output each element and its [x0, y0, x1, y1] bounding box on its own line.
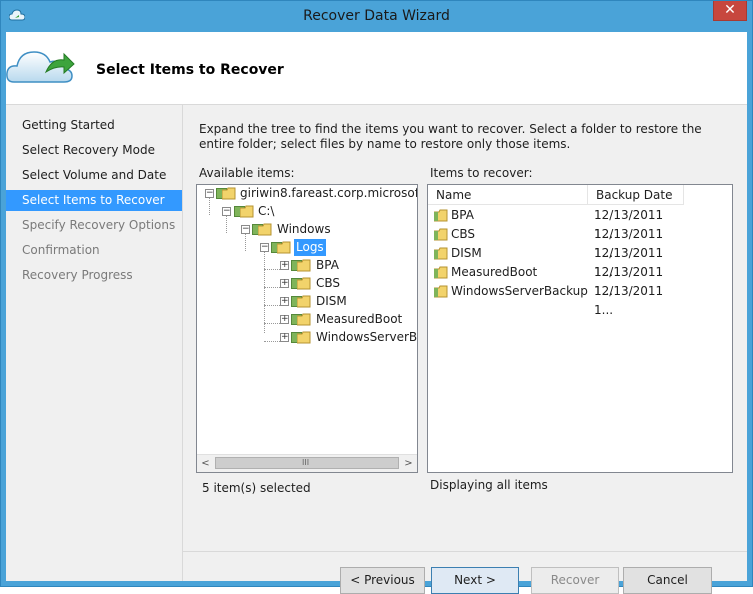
expand-icon[interactable]: + [280, 261, 289, 270]
folder-icon [434, 247, 448, 260]
wizard-client: Select Items to Recover Getting Started … [6, 32, 747, 594]
displaying-status: Displaying all items [430, 478, 548, 492]
folder-icon [434, 285, 448, 298]
list-row-measuredboot[interactable]: MeasuredBoot 12/13/2011 1... [428, 263, 684, 298]
folder-icon [258, 223, 272, 236]
list-row-cbs[interactable]: CBS 12/13/2011 1... [428, 225, 684, 260]
folder-icon [222, 187, 236, 200]
scroll-thumb[interactable]: III [215, 457, 399, 469]
items-to-recover-label: Items to recover: [430, 166, 533, 180]
tree-node-measuredboot[interactable]: + MeasuredBoot [197, 311, 417, 328]
tree-node-host[interactable]: − giriwin8.fareast.corp.microsoft.com [197, 185, 418, 202]
folder-icon [434, 209, 448, 222]
list-item-name: DISM [451, 246, 482, 260]
folder-icon [434, 228, 448, 241]
tree-node-label: giriwin8.fareast.corp.microsoft.com [240, 186, 418, 200]
available-items-tree[interactable]: − giriwin8.fareast.corp.microsoft.com − … [196, 184, 418, 473]
footer-divider [183, 551, 747, 552]
expand-icon[interactable]: + [280, 315, 289, 324]
collapse-icon[interactable]: − [260, 243, 269, 252]
step-recovery-progress: Recovery Progress [22, 268, 133, 282]
recover-button: Recover [531, 567, 619, 594]
folder-icon [297, 331, 311, 344]
list-item-name: MeasuredBoot [451, 265, 538, 279]
folder-icon [434, 266, 448, 279]
tree-horizontal-scrollbar[interactable]: < III > [197, 454, 417, 472]
tree-node-cbs[interactable]: + CBS [197, 275, 417, 292]
list-row-dism[interactable]: DISM 12/13/2011 1... [428, 244, 684, 279]
tree-node-windowsserverbackup[interactable]: + WindowsServerBackup [197, 329, 418, 346]
tree-node-label: MeasuredBoot [316, 312, 403, 326]
list-row-bpa[interactable]: BPA 12/13/2011 1... [428, 206, 684, 241]
tree-node-label: Windows [277, 222, 331, 236]
scroll-left-button[interactable]: < [197, 455, 214, 472]
scroll-grip-icon: III [302, 458, 310, 467]
selected-count: 5 item(s) selected [202, 481, 311, 495]
step-confirmation: Confirmation [22, 243, 100, 257]
wizard-window: Recover Data Wizard ✕ Select Items to Re… [0, 0, 753, 594]
collapse-icon[interactable]: − [205, 189, 214, 198]
instructions-text: Expand the tree to find the items you wa… [199, 122, 702, 151]
expand-icon[interactable]: + [280, 333, 289, 342]
close-button[interactable]: ✕ [713, 1, 747, 21]
wizard-steps: Getting Started Select Recovery Mode Sel… [6, 105, 183, 581]
step-specify-recovery-options: Specify Recovery Options [22, 218, 176, 232]
cancel-button[interactable]: Cancel [623, 567, 712, 594]
page-heading: Select Items to Recover [96, 62, 284, 78]
list-item-name: WindowsServerBackup [451, 284, 588, 298]
wizard-content: Expand the tree to find the items you wa… [183, 105, 747, 594]
folder-icon [297, 277, 311, 290]
folder-icon [240, 205, 254, 218]
tree-node-bpa[interactable]: + BPA [197, 257, 417, 274]
next-button[interactable]: Next > [431, 567, 519, 594]
window-title: Recover Data Wizard [303, 8, 450, 24]
expand-icon[interactable]: + [280, 279, 289, 288]
list-item-name: CBS [451, 227, 476, 241]
step-select-recovery-mode[interactable]: Select Recovery Mode [6, 140, 182, 161]
tree-node-label: WindowsServerBackup [316, 330, 418, 344]
list-item-name: BPA [451, 208, 474, 222]
title-bar[interactable]: Recover Data Wizard ✕ [1, 1, 752, 32]
list-row-windowsserverbackup[interactable]: WindowsServerBackup 12/13/2011 1... [428, 282, 684, 317]
column-header-backup-date[interactable]: Backup Date [588, 185, 684, 205]
available-items-label: Available items: [199, 166, 295, 180]
wizard-header: Select Items to Recover [6, 32, 747, 105]
tree-node-dism[interactable]: + DISM [197, 293, 417, 310]
previous-button[interactable]: < Previous [340, 567, 425, 594]
tree-node-label: CBS [316, 276, 341, 290]
tree-node-logs[interactable]: − Logs [197, 239, 417, 256]
collapse-icon[interactable]: − [222, 207, 231, 216]
step-select-volume-and-date[interactable]: Select Volume and Date [6, 165, 182, 186]
items-to-recover-list[interactable]: Name Backup Date BPA 12/13/2011 1... CBS… [427, 184, 733, 473]
expand-icon[interactable]: + [280, 297, 289, 306]
list-item-date: 12/13/2011 1... [594, 284, 664, 317]
tree-node-windows[interactable]: − Windows [197, 221, 417, 238]
collapse-icon[interactable]: − [241, 225, 250, 234]
folder-icon [297, 313, 311, 326]
tree-node-c-drive[interactable]: − C:\ [197, 203, 417, 220]
folder-icon [297, 259, 311, 272]
tree-node-label: C:\ [258, 204, 275, 218]
step-select-items-to-recover[interactable]: Select Items to Recover [6, 190, 182, 211]
cloud-restore-icon [6, 51, 75, 83]
tree-node-label: Logs [294, 239, 326, 256]
folder-icon [297, 295, 311, 308]
folder-icon [277, 241, 291, 254]
scroll-right-button[interactable]: > [400, 455, 417, 472]
tree-node-label: DISM [316, 294, 347, 308]
step-getting-started[interactable]: Getting Started [6, 115, 182, 136]
column-header-name[interactable]: Name [428, 185, 588, 205]
tree-node-label: BPA [316, 258, 339, 272]
